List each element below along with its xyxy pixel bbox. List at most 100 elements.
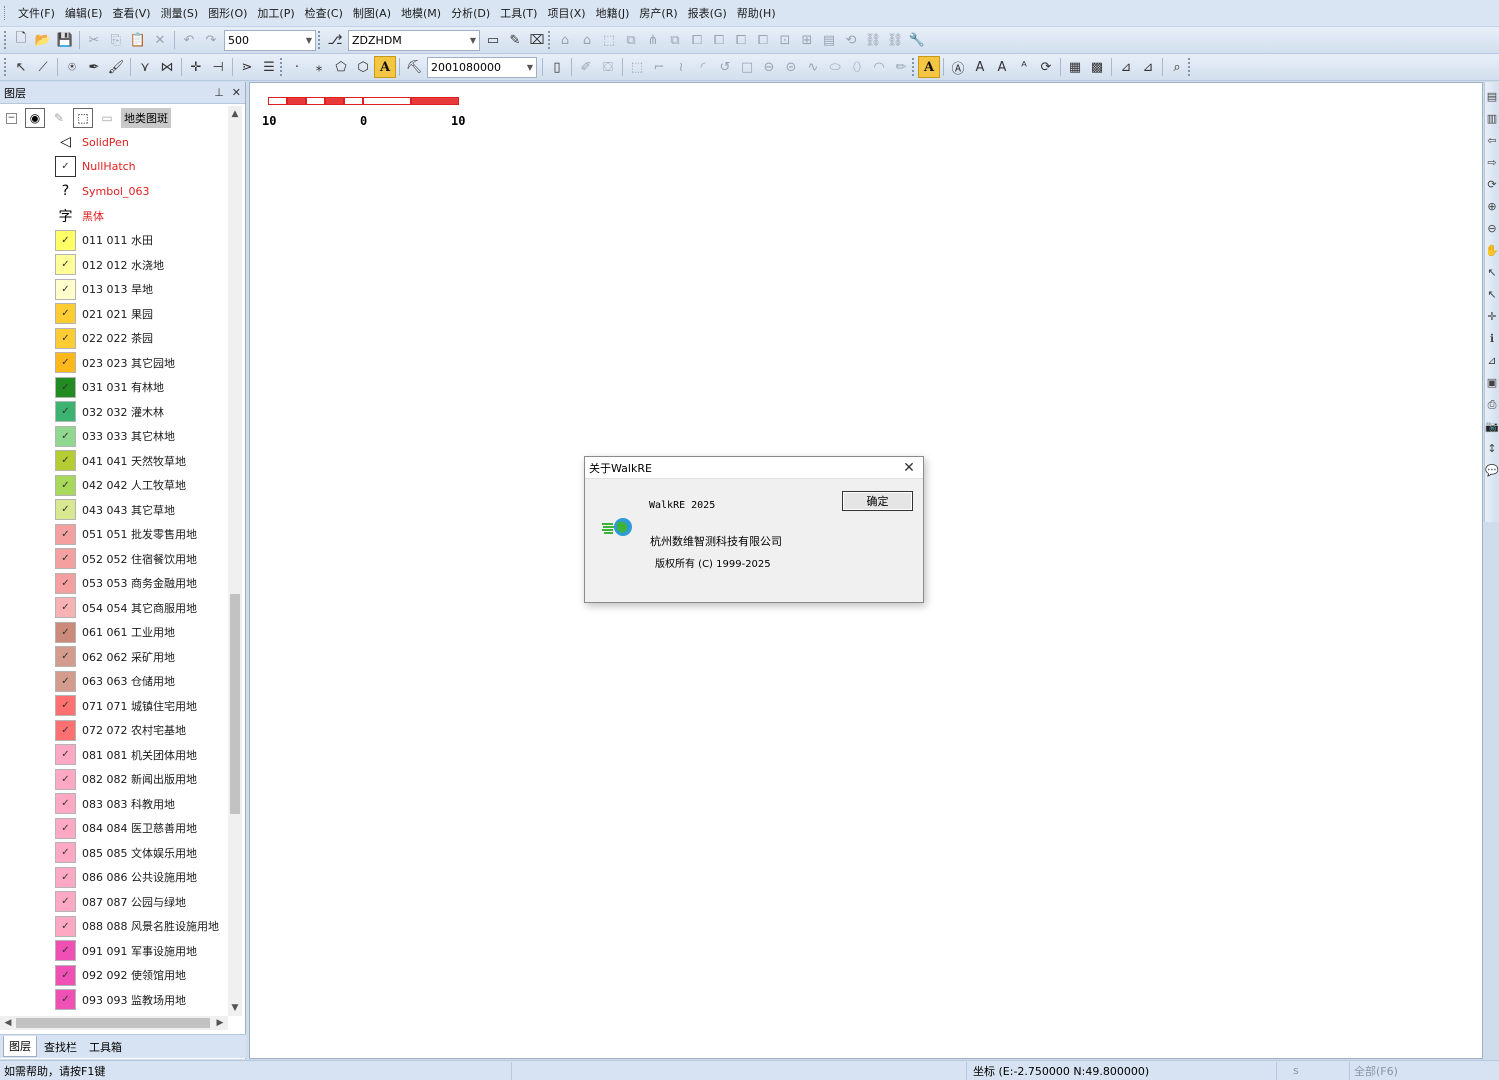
label-icon[interactable]: ⊿ xyxy=(1115,56,1137,78)
point-symbol-icon[interactable]: ⁎ xyxy=(308,56,330,78)
refresh-view-icon[interactable]: ▤ xyxy=(1487,90,1497,108)
house-icon[interactable]: ⌂ xyxy=(554,29,576,51)
rectangle-icon[interactable]: □ xyxy=(736,56,758,78)
land-code-item[interactable]: ✓ 041 041 天然牧草地 xyxy=(0,449,228,474)
layer-tree[interactable]: − ◉ ✎ ⬚ ▭ 地类图斑 ◁ SolidPen ✓ NullHatch ? … xyxy=(0,106,228,1016)
text-rotate-icon[interactable]: ⟳ xyxy=(1035,56,1057,78)
ellipse-alt-icon[interactable]: ⬯ xyxy=(846,56,868,78)
toolbar-grip[interactable] xyxy=(1188,58,1191,76)
menu-file[interactable]: 文件(F) xyxy=(13,5,60,21)
join-line-icon[interactable]: ⋈ xyxy=(156,56,178,78)
zoom-out-icon[interactable]: ⊖ xyxy=(1487,222,1496,240)
copy-icon[interactable]: ⎘ xyxy=(105,29,127,51)
menu-tools[interactable]: 工具(T) xyxy=(495,5,542,21)
style-item-font[interactable]: 字 黑体 xyxy=(0,204,228,229)
frame-edit-icon[interactable]: ⊞ xyxy=(796,29,818,51)
land-code-item[interactable]: ✓ 031 031 有林地 xyxy=(0,375,228,400)
scroll-down-icon[interactable]: ▼ xyxy=(228,1000,242,1016)
attribute-icon[interactable]: ⛏ xyxy=(403,56,425,78)
land-code-item[interactable]: ✓ 086 086 公共设施用地 xyxy=(0,865,228,890)
layer-code-combo[interactable]: ZDZHDM ▼ xyxy=(348,29,480,51)
selectable-icon[interactable]: ⬚ xyxy=(73,108,93,128)
layer-stack-icon[interactable]: ☰ xyxy=(258,56,280,78)
next-view-icon[interactable]: ⇨ xyxy=(1487,156,1496,174)
land-code-item[interactable]: ✓ 023 023 其它园地 xyxy=(0,351,228,376)
save-icon[interactable]: 💾 xyxy=(54,29,76,51)
snap-icon[interactable]: ▭ xyxy=(97,108,117,128)
collapse-icon[interactable]: − xyxy=(6,112,17,124)
wrench-icon[interactable]: 🔧 xyxy=(906,29,928,51)
pan-hand-icon[interactable]: ✋ xyxy=(1485,244,1499,262)
land-code-item[interactable]: ✓ 062 062 采矿用地 xyxy=(0,645,228,670)
menu-graphics[interactable]: 图形(O) xyxy=(203,5,252,21)
redo-icon[interactable]: ↷ xyxy=(200,29,222,51)
clip-icon[interactable]: ⧠ xyxy=(752,29,774,51)
brush-icon[interactable]: 🖌 xyxy=(105,56,127,78)
close-icon[interactable]: ✕ xyxy=(232,86,241,99)
text-icon[interactable]: A xyxy=(918,56,940,78)
symbol-icon[interactable]: ⍟ xyxy=(61,56,83,78)
toolbar-grip[interactable] xyxy=(4,58,7,76)
scroll-right-icon[interactable]: ▶ xyxy=(212,1016,228,1030)
arc-alt-icon[interactable]: ◠ xyxy=(868,56,890,78)
menu-survey[interactable]: 测量(S) xyxy=(156,5,204,21)
menu-check[interactable]: 检查(C) xyxy=(300,5,348,21)
land-code-item[interactable]: ✓ 054 054 其它商服用地 xyxy=(0,596,228,621)
land-code-item[interactable]: ✓ 052 052 住宿餐饮用地 xyxy=(0,547,228,572)
polygon-merge-icon[interactable]: ⧉ xyxy=(620,29,642,51)
clear-selection-icon[interactable]: ⌧ xyxy=(526,29,548,51)
info-icon[interactable]: ℹ xyxy=(1490,332,1494,350)
land-code-item[interactable]: ✓ 061 061 工业用地 xyxy=(0,620,228,645)
land-code-item[interactable]: ✓ 053 053 商务金融用地 xyxy=(0,571,228,596)
style-item-pen[interactable]: ◁ SolidPen xyxy=(0,130,228,155)
toolbar-grip[interactable] xyxy=(318,31,321,49)
menu-reports[interactable]: 报表(G) xyxy=(683,5,732,21)
menu-help[interactable]: 帮助(H) xyxy=(732,5,781,21)
scroll-up-icon[interactable]: ▲ xyxy=(228,106,242,122)
intersect-icon[interactable]: ⧠ xyxy=(708,29,730,51)
curve-icon[interactable]: ≀ xyxy=(670,56,692,78)
dimension-icon[interactable]: ↕ xyxy=(1487,442,1496,460)
grid-icon[interactable]: ▦ xyxy=(1064,56,1086,78)
land-code-item[interactable]: ✓ 051 051 批发零售用地 xyxy=(0,522,228,547)
pin-icon[interactable]: ⊥ xyxy=(214,86,224,99)
circle-icon[interactable]: ⊖ xyxy=(758,56,780,78)
scroll-thumb[interactable] xyxy=(16,1018,210,1028)
difference-icon[interactable]: ⧠ xyxy=(730,29,752,51)
link-icon[interactable]: ⛓ xyxy=(862,29,884,51)
unlink-icon[interactable]: ⛓ xyxy=(884,29,906,51)
land-code-item[interactable]: ✓ 087 087 公园与绿地 xyxy=(0,890,228,915)
land-code-item[interactable]: ✓ 042 042 人工牧草地 xyxy=(0,473,228,498)
menu-process[interactable]: 加工(P) xyxy=(252,5,299,21)
land-code-item[interactable]: ✓ 081 081 机关团体用地 xyxy=(0,743,228,768)
overlay-icon[interactable]: ⧉ xyxy=(664,29,686,51)
break-line-icon[interactable]: ⋎ xyxy=(134,56,156,78)
text-small-icon[interactable]: ᴬ xyxy=(1013,56,1035,78)
scale-combo[interactable]: 500 ▼ xyxy=(224,29,316,51)
tab-find[interactable]: 查找栏 xyxy=(39,1037,82,1057)
corner-icon[interactable]: ⌐ xyxy=(648,56,670,78)
full-extent-icon[interactable]: ▥ xyxy=(1487,112,1497,130)
close-icon[interactable]: ✕ xyxy=(895,457,923,479)
redraw-icon[interactable]: ⟳ xyxy=(1487,178,1496,196)
layer-name[interactable]: 地类图斑 xyxy=(121,108,171,128)
land-code-item[interactable]: ✓ 083 083 科教用地 xyxy=(0,792,228,817)
toolbar-grip[interactable] xyxy=(4,31,7,49)
grid-label-icon[interactable]: ▩ xyxy=(1086,56,1108,78)
undo-icon[interactable]: ↶ xyxy=(178,29,200,51)
toolbar-grip[interactable] xyxy=(280,58,283,76)
menu-terrain[interactable]: 地模(M) xyxy=(396,5,446,21)
cut-icon[interactable]: ✂ xyxy=(83,29,105,51)
union-icon[interactable]: ⧠ xyxy=(686,29,708,51)
circle-minus-icon[interactable]: ⊝ xyxy=(780,56,802,78)
ok-button[interactable]: 确定 xyxy=(842,491,913,511)
pen-edit-icon[interactable]: ✒ xyxy=(83,56,105,78)
land-code-item[interactable]: ✓ 071 071 城镇住宅用地 xyxy=(0,694,228,719)
node-edit-icon[interactable]: ⟋ xyxy=(32,56,54,78)
status-view-all[interactable]: 全部(F6) xyxy=(1350,1062,1499,1080)
menu-project[interactable]: 项目(X) xyxy=(542,5,590,21)
land-code-item[interactable]: ✓ 085 085 文体娱乐用地 xyxy=(0,841,228,866)
properties-icon[interactable]: ▯ xyxy=(546,56,568,78)
menu-mapping[interactable]: 制图(A) xyxy=(348,5,396,21)
style-item-hatch[interactable]: ✓ NullHatch xyxy=(0,155,228,180)
